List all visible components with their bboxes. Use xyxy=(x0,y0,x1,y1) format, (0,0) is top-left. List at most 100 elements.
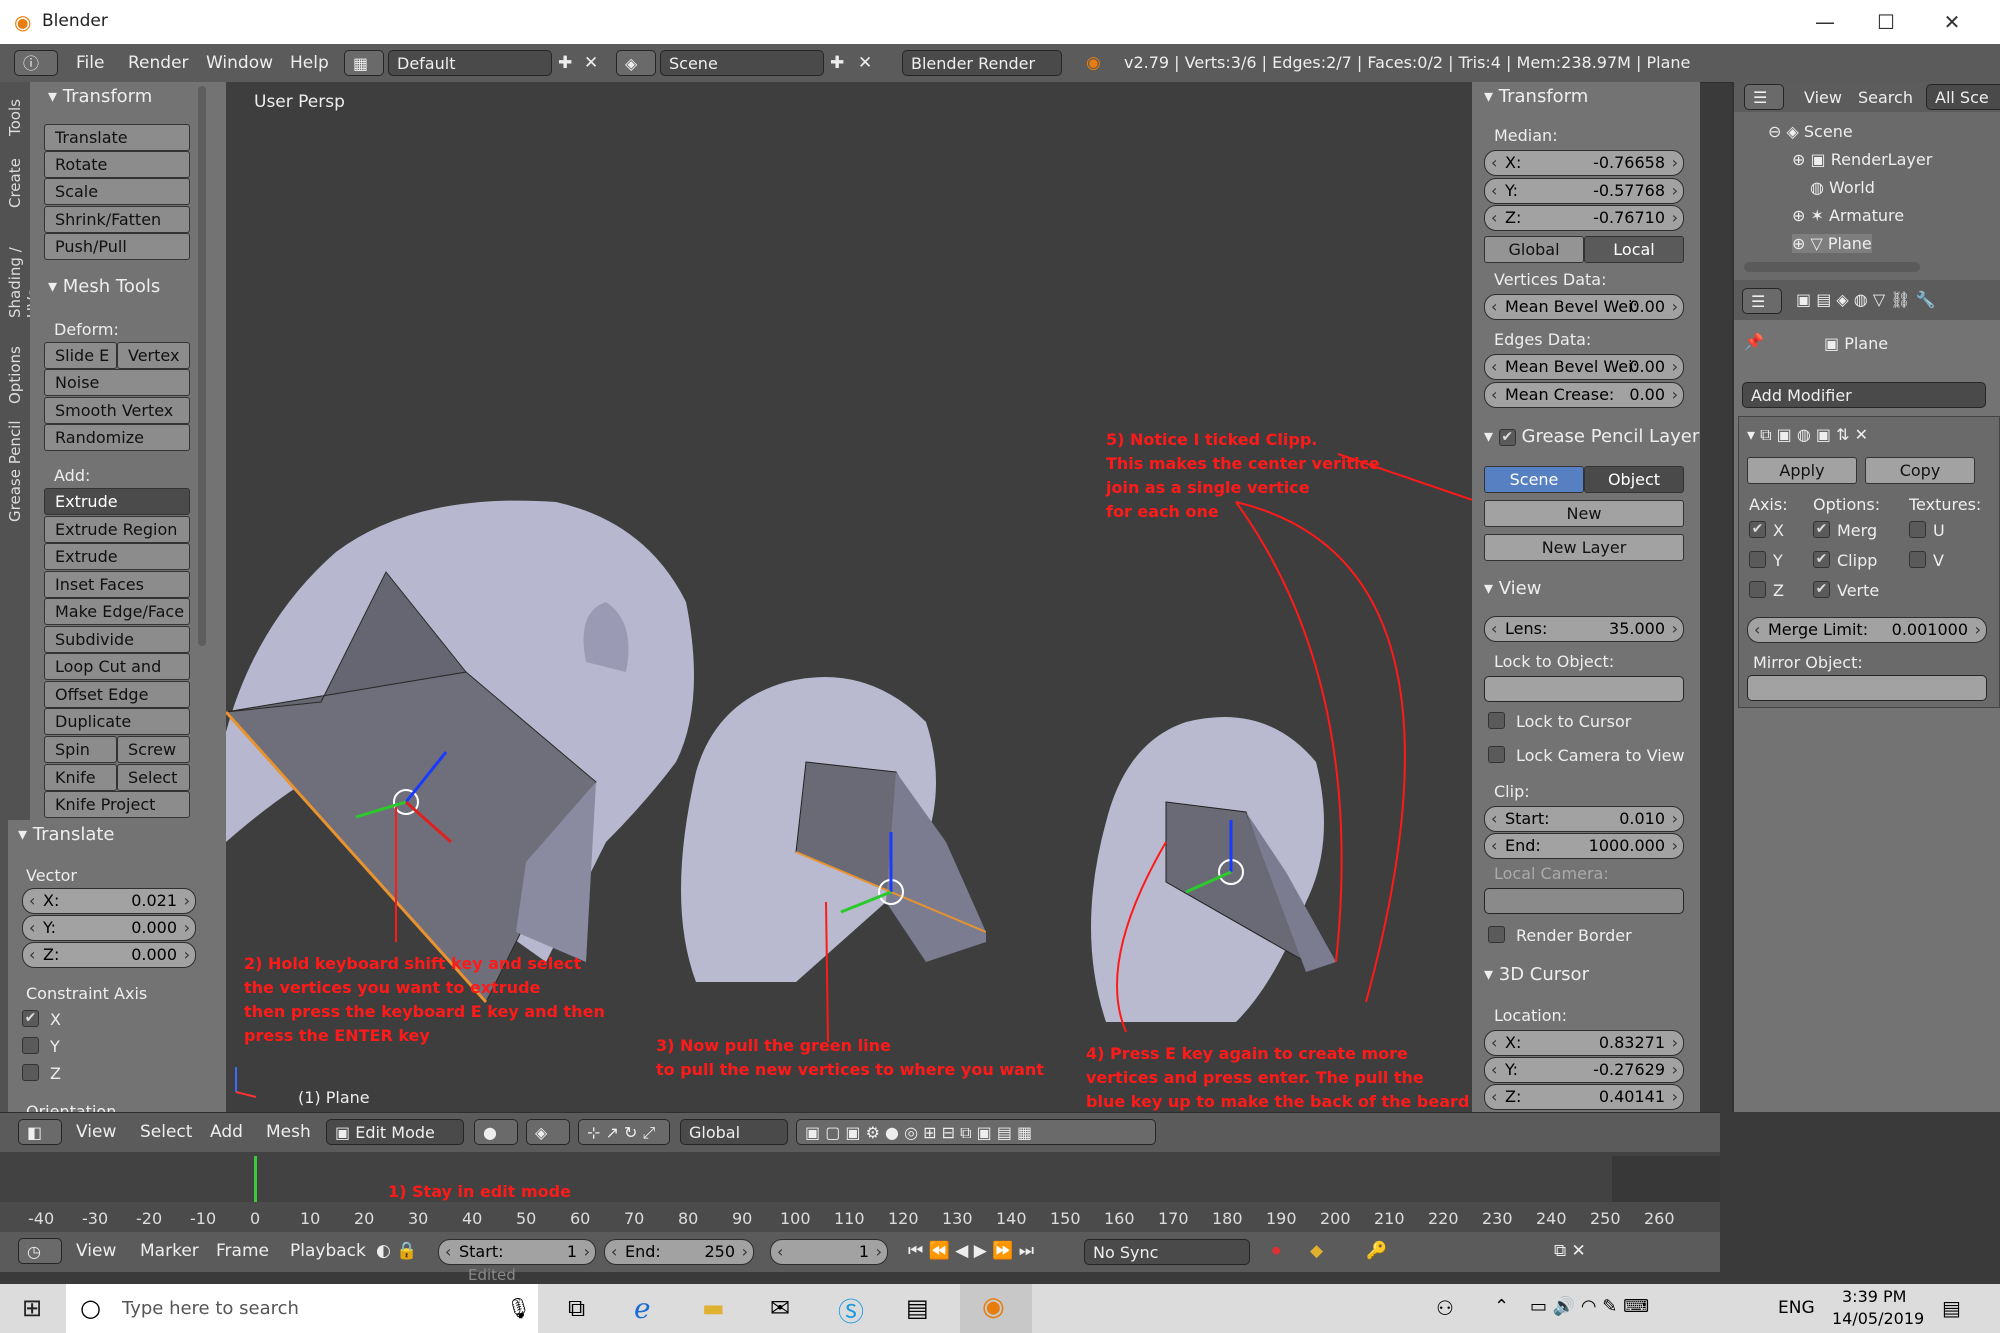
tab-tools[interactable]: Tools xyxy=(6,90,24,136)
modifier-collapse-icon[interactable]: ▾ ⧉ ▣ ◍ ▣ ⇅ ✕ xyxy=(1747,425,1868,445)
apply-button[interactable]: Apply xyxy=(1747,457,1857,484)
task-view-icon[interactable]: ⧉ xyxy=(568,1294,585,1322)
mirror-object-field[interactable] xyxy=(1747,675,1987,701)
keying-icons[interactable]: ◐ 🔒 xyxy=(376,1241,417,1261)
tray-chevron-icon[interactable]: ⌃ xyxy=(1494,1296,1509,1317)
keying-set-icon[interactable]: 🔑 xyxy=(1366,1241,1387,1261)
knife-button[interactable]: Knife xyxy=(44,764,117,791)
texture-u-checkbox[interactable] xyxy=(1909,521,1926,538)
scale-button[interactable]: Scale xyxy=(44,178,190,205)
grease-layer-header[interactable]: ▾ ✔ Grease Pencil Layer xyxy=(1484,426,1699,447)
copy-button[interactable]: Copy xyxy=(1865,457,1975,484)
view3d-menu-view[interactable]: View xyxy=(76,1122,116,1142)
offset-edge-slide-button[interactable]: Offset Edge Slide xyxy=(44,681,190,729)
viewport-3d[interactable]: User Persp (1) Plane 2) Hold keyboard sh… xyxy=(226,82,1472,1112)
clip-end-field[interactable]: End:1000.000 xyxy=(1484,833,1684,859)
extrude-select[interactable]: Extrude xyxy=(44,488,190,515)
clock-time[interactable]: 3:39 PM xyxy=(1842,1287,1906,1306)
translate-button[interactable]: Translate xyxy=(44,124,190,151)
remove-layout-icon[interactable]: ✕ xyxy=(584,53,598,73)
mean-crease-field[interactable]: Mean Crease:0.00 xyxy=(1484,382,1684,408)
knife-project-button[interactable]: Knife Project xyxy=(44,791,190,818)
median-x-field[interactable]: X:-0.76658 xyxy=(1484,150,1684,176)
vector-z-field[interactable]: Z:0.000 xyxy=(22,942,196,968)
timeline-menu-playback[interactable]: Playback xyxy=(290,1241,366,1261)
grease-object-toggle[interactable]: Object xyxy=(1584,466,1684,493)
frame-end-field[interactable]: End:250 xyxy=(604,1239,754,1265)
view3d-menu-mesh[interactable]: Mesh xyxy=(266,1122,311,1142)
inset-faces-button[interactable]: Inset Faces xyxy=(44,571,190,598)
render-engine-select[interactable]: Blender Render xyxy=(902,50,1062,76)
merge-limit-field[interactable]: Merge Limit:0.001000 xyxy=(1747,617,1987,643)
timeline-menu-frame[interactable]: Frame xyxy=(216,1241,269,1261)
spin-button[interactable]: Spin xyxy=(44,736,117,763)
extrude-region-button[interactable]: Extrude Region xyxy=(44,516,190,543)
outliner-editor-icon[interactable]: ☰ xyxy=(1744,84,1784,110)
current-frame-field[interactable]: 1 xyxy=(770,1239,888,1265)
timeline-menu-marker[interactable]: Marker xyxy=(140,1241,199,1261)
view3d-editor-icon[interactable]: ◧ xyxy=(18,1119,62,1145)
edge-browser-icon[interactable]: ℯ xyxy=(634,1292,651,1325)
vertex-groups-checkbox[interactable]: ✔ xyxy=(1813,581,1830,598)
tray-icons[interactable]: ▭ 🔊 ◠ ✎ ⌨ xyxy=(1530,1296,1649,1317)
shrink-fatten-button[interactable]: Shrink/Fatten xyxy=(44,206,190,233)
pivot-select-icon[interactable]: ◈ xyxy=(526,1119,570,1145)
lens-field[interactable]: Lens:35.000 xyxy=(1484,616,1684,642)
insert-keyframe-icon[interactable]: ⧉ ✕ xyxy=(1554,1241,1586,1261)
pin-icon[interactable]: 📌 xyxy=(1744,332,1764,351)
merge-checkbox[interactable]: ✔ xyxy=(1813,521,1830,538)
microphone-icon[interactable]: 🎙 xyxy=(506,1296,531,1320)
mode-select[interactable]: ▣ Edit Mode xyxy=(326,1119,464,1145)
screw-button[interactable]: Screw xyxy=(117,736,190,763)
cursor-z-field[interactable]: Z:0.40141 xyxy=(1484,1084,1684,1110)
slide-vertex-button[interactable]: Vertex xyxy=(117,342,190,369)
outliner-scrollbar[interactable] xyxy=(1744,262,1920,272)
toolshelf-scrollbar[interactable] xyxy=(198,86,206,646)
knife-select-button[interactable]: Select xyxy=(117,764,190,791)
playhead-marker[interactable] xyxy=(254,1156,257,1202)
minimize-button[interactable]: — xyxy=(1805,8,1845,36)
notifications-icon[interactable]: ▤ xyxy=(1942,1296,1961,1320)
timeline-menu-view[interactable]: View xyxy=(76,1241,116,1261)
smooth-vertex-button[interactable]: Smooth Vertex xyxy=(44,397,190,424)
push-pull-button[interactable]: Push/Pull xyxy=(44,233,190,260)
clip-start-field[interactable]: Start:0.010 xyxy=(1484,806,1684,832)
lock-to-cursor-checkbox[interactable] xyxy=(1488,712,1505,729)
local-toggle[interactable]: Local xyxy=(1584,236,1684,263)
duplicate-button[interactable]: Duplicate xyxy=(44,708,190,735)
close-button[interactable]: ✕ xyxy=(1932,8,1972,36)
cursor-panel-header[interactable]: ▾ 3D Cursor xyxy=(1484,964,1589,985)
view3d-tool-icons[interactable]: ▣ ▢ ▣ ⚙ ● ◎ ⊞ ⊟ ⧉ ▣ ▤ ▦ xyxy=(796,1119,1156,1145)
transform-panel-header[interactable]: ▾ Transform xyxy=(48,86,152,107)
lock-object-field[interactable] xyxy=(1484,676,1684,702)
texture-v-checkbox[interactable] xyxy=(1909,551,1926,568)
menu-file[interactable]: File xyxy=(76,53,104,73)
tab-options[interactable]: Options xyxy=(6,328,24,404)
mail-icon[interactable]: ✉ xyxy=(770,1294,790,1322)
outliner-item-renderlayer[interactable]: ⊕ ▣ RenderLayer xyxy=(1792,150,1932,169)
translate-panel-header[interactable]: ▾ Translate xyxy=(18,824,115,845)
layout-field[interactable]: Default xyxy=(388,50,552,76)
sync-select[interactable]: No Sync xyxy=(1084,1239,1250,1265)
vertex-bevel-weight-field[interactable]: Mean Bevel Wei:0.00 xyxy=(1484,294,1684,320)
vector-x-field[interactable]: X:0.021 xyxy=(22,888,196,914)
outliner-item-scene[interactable]: ⊖ ◈ Scene xyxy=(1768,122,1853,141)
global-toggle[interactable]: Global xyxy=(1484,236,1584,263)
frame-start-field[interactable]: Start:1 xyxy=(438,1239,596,1265)
vector-y-field[interactable]: Y:0.000 xyxy=(22,915,196,941)
file-explorer-icon[interactable]: ▬ xyxy=(702,1294,725,1322)
context-icons[interactable]: ▣ ▤ ◈ ◍ ▽ ⛓ 🔧 xyxy=(1796,290,1936,309)
axis-x-checkbox[interactable]: ✔ xyxy=(1749,521,1766,538)
menu-render[interactable]: Render xyxy=(128,53,189,73)
keyframe-icon[interactable]: ◆ xyxy=(1310,1241,1323,1261)
timeline-editor-icon[interactable]: ◷ xyxy=(18,1238,62,1264)
axis-z-checkbox[interactable] xyxy=(1749,581,1766,598)
shading-select-icon[interactable]: ● xyxy=(474,1119,518,1145)
outliner-item-world[interactable]: ◍ World xyxy=(1810,178,1875,197)
tab-grease-pencil[interactable]: Grease Pencil xyxy=(6,412,24,522)
constraint-z-checkbox[interactable] xyxy=(22,1064,39,1081)
constraint-x-checkbox[interactable]: ✔ xyxy=(22,1010,39,1027)
windows-start-icon[interactable]: ⊞ xyxy=(22,1294,42,1322)
add-scene-icon[interactable]: ✚ xyxy=(830,53,844,73)
editor-app-icon[interactable]: ▤ xyxy=(906,1294,929,1322)
